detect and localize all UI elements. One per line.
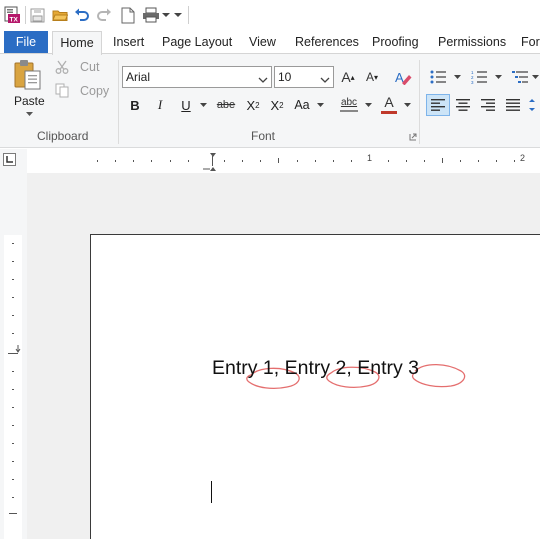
line-spacing-icon[interactable] <box>528 94 540 116</box>
paste-icon[interactable] <box>12 58 44 92</box>
underline-button[interactable]: U <box>176 94 196 116</box>
tab-page-layout[interactable]: Page Layout <box>162 31 232 54</box>
shrink-font-icon[interactable]: A ▾ <box>362 67 382 87</box>
spelling-dropdown-icon[interactable] <box>363 94 373 116</box>
tab-file[interactable]: File <box>4 31 48 54</box>
font-name-value: Arial <box>126 70 151 84</box>
open-folder-icon[interactable] <box>50 5 70 25</box>
numbering-dropdown-icon[interactable] <box>493 72 503 82</box>
document-text[interactable]: Entry 1, Entry 2, Entry 3 <box>212 357 419 380</box>
cut-button-label[interactable]: Cut <box>80 60 99 74</box>
tab-permissions[interactable]: Permissions <box>438 31 506 54</box>
ribbon-home: Paste Cut Copy Clipboard Arial 10 A ▴ A ▾ … <box>0 54 540 148</box>
bullets-icon[interactable] <box>428 67 448 87</box>
ruler-number: 1 <box>367 153 373 163</box>
redo-icon[interactable] <box>94 5 114 25</box>
save-icon[interactable] <box>27 5 47 25</box>
ruler-track: 1 2 <box>27 149 540 173</box>
font-size-combo[interactable]: 10 <box>274 66 334 88</box>
clipboard-group-label: Clipboard <box>37 129 89 143</box>
superscript-button[interactable]: X2 <box>266 94 288 116</box>
tab-references[interactable]: References <box>295 31 359 54</box>
tab-view[interactable]: View <box>249 31 276 54</box>
font-name-combo[interactable]: Arial <box>122 66 272 88</box>
font-dialog-launcher-icon[interactable] <box>408 132 418 142</box>
copy-button-label[interactable]: Copy <box>80 84 109 98</box>
clear-formatting-icon[interactable]: A <box>392 67 414 87</box>
group-separator <box>419 60 420 144</box>
align-center-icon[interactable] <box>452 94 474 116</box>
bold-button[interactable]: B <box>125 94 145 116</box>
tab-proofing[interactable]: Proofing <box>372 31 419 54</box>
justify-icon[interactable] <box>502 94 524 116</box>
chevron-down-icon[interactable] <box>320 71 330 91</box>
tab-stop-selector[interactable] <box>3 153 16 166</box>
print-dropdown-icon[interactable] <box>160 5 172 25</box>
ruler-ticks <box>97 153 515 171</box>
horizontal-ruler[interactable]: 1 2 <box>0 149 540 173</box>
chevron-down-icon[interactable] <box>258 71 268 91</box>
spelling-button[interactable]: abc <box>336 92 362 116</box>
paste-dropdown-icon[interactable] <box>24 110 34 118</box>
grow-font-icon[interactable]: A ▴ <box>338 67 358 87</box>
vertical-ruler-track <box>4 235 22 539</box>
font-color-button[interactable]: A <box>378 92 400 116</box>
vertical-ruler-ticks <box>8 243 21 514</box>
group-separator <box>118 60 119 144</box>
cut-icon[interactable] <box>54 59 70 75</box>
new-document-icon[interactable] <box>118 5 138 25</box>
document-canvas[interactable]: Entry 1, Entry 2, Entry 3 <box>27 173 540 539</box>
app-logo-icon: TX <box>2 5 22 25</box>
qat-separator <box>25 6 26 24</box>
font-group-label: Font <box>251 129 276 143</box>
paste-button-label[interactable]: Paste <box>14 94 45 108</box>
align-left-icon[interactable] <box>426 94 450 116</box>
print-icon[interactable] <box>141 5 161 25</box>
case-dropdown-icon[interactable] <box>315 94 325 116</box>
strikethrough-button[interactable]: abe <box>214 94 238 116</box>
multilevel-list-icon[interactable] <box>510 67 530 87</box>
undo-icon[interactable] <box>72 5 92 25</box>
ribbon-tab-bar: File Home Insert Page Layout View Refere… <box>0 31 540 55</box>
qat-end-separator <box>188 6 189 24</box>
text-caret <box>211 481 212 503</box>
document-page[interactable]: Entry 1, Entry 2, Entry 3 <box>90 234 540 539</box>
svg-text:3: 3 <box>471 80 474 84</box>
spelling-annotation-marks <box>246 363 466 389</box>
align-right-icon[interactable] <box>477 94 499 116</box>
vertical-ruler[interactable] <box>0 173 27 539</box>
copy-icon[interactable] <box>54 82 70 98</box>
underline-dropdown-icon[interactable] <box>198 94 208 116</box>
subscript-button[interactable]: X2 <box>242 94 264 116</box>
change-case-button[interactable]: Aa <box>290 94 314 116</box>
tab-format[interactable]: Forr <box>521 31 540 54</box>
customize-dropdown-icon[interactable] <box>172 5 184 25</box>
multilevel-dropdown-icon[interactable] <box>531 72 540 82</box>
svg-text:TX: TX <box>10 17 19 24</box>
font-color-dropdown-icon[interactable] <box>402 94 412 116</box>
tab-home[interactable]: Home <box>52 31 102 55</box>
tab-insert[interactable]: Insert <box>113 31 144 54</box>
numbering-icon[interactable]: 123 <box>469 67 489 87</box>
quick-access-toolbar: TX <box>0 0 540 31</box>
font-size-value: 10 <box>278 70 292 84</box>
ruler-number: 2 <box>520 153 526 163</box>
bullets-dropdown-icon[interactable] <box>452 72 462 82</box>
italic-button[interactable]: I <box>150 94 170 116</box>
